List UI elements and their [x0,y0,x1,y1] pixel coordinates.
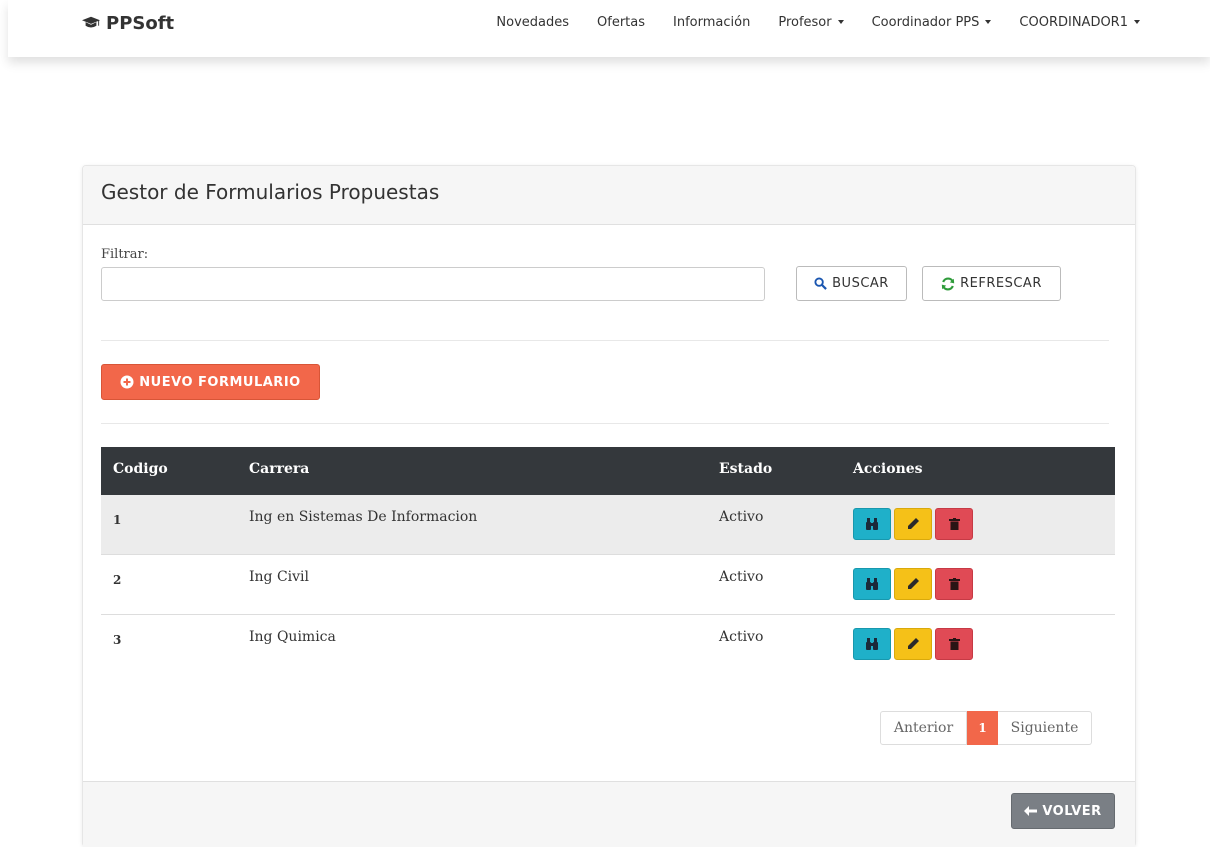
nav-item-coordinador-pps[interactable]: Coordinador PPS [872,15,992,30]
volver-label: VOLVER [1042,803,1102,819]
nav-item-label: COORDINADOR1 [1019,14,1128,30]
divider [101,423,1109,424]
view-button[interactable] [853,568,891,600]
nav-item-label: Novedades [496,14,570,30]
trash-icon [948,578,960,590]
column-header-estado[interactable]: Estado [719,461,772,477]
cell-codigo: 3 [113,633,122,647]
search-icon [814,277,827,290]
graduation-cap-icon [82,16,100,28]
delete-button[interactable] [935,628,973,660]
binoculars-icon [866,578,878,590]
buscar-button[interactable]: BUSCAR [796,266,907,301]
brand[interactable]: PPSoft [82,10,174,36]
pagination-prev[interactable]: Anterior [880,711,967,745]
caret-down-icon [837,20,844,24]
refrescar-button[interactable]: REFRESCAR [922,266,1061,301]
row-actions [853,508,973,540]
edit-button[interactable] [894,628,932,660]
brand-label: PPSoft [106,12,175,34]
nav-item-informacion[interactable]: Información [673,15,750,30]
plus-circle-icon [120,375,134,389]
edit-button[interactable] [894,508,932,540]
buscar-label: BUSCAR [832,276,889,291]
binoculars-icon [866,638,878,650]
caret-down-icon [1134,20,1140,24]
pencil-icon [908,578,919,589]
refresh-icon [941,277,955,290]
column-header-acciones: Acciones [853,461,923,477]
nav-menu: Novedades Ofertas Información Profesor C… [496,10,1140,34]
nav-item-label: Información [673,14,751,30]
view-button[interactable] [853,628,891,660]
cell-estado: Activo [719,509,764,525]
pencil-icon [908,518,919,529]
panel-footer: VOLVER [83,781,1135,847]
column-header-carrera[interactable]: Carrera [249,461,309,477]
binoculars-icon [866,518,878,530]
divider [101,340,1109,341]
delete-button[interactable] [935,568,973,600]
page-title: Gestor de Formularios Propuestas [101,180,440,204]
table-row: 3 Ing Quimica Activo [101,615,1115,674]
nav-item-ofertas[interactable]: Ofertas [597,15,645,30]
nav-item-user[interactable]: COORDINADOR1 [1019,15,1140,30]
pencil-icon [908,638,919,649]
nav-item-label: Profesor [778,14,832,30]
volver-button[interactable]: VOLVER [1011,793,1115,829]
view-button[interactable] [853,508,891,540]
cell-codigo: 2 [113,573,122,587]
filter-label: Filtrar: [101,247,149,262]
nav-item-label: Coordinador PPS [871,14,980,30]
nav-item-label: Ofertas [597,14,646,30]
trash-icon [948,518,960,530]
table-row: 2 Ing Civil Activo [101,555,1115,615]
refrescar-label: REFRESCAR [960,276,1042,291]
cell-carrera: Ing en Sistemas De Informacion [249,509,478,525]
table-header: Codigo Carrera Estado Acciones [101,447,1115,495]
nav-item-profesor[interactable]: Profesor [778,14,844,30]
column-header-codigo[interactable]: Codigo [113,461,168,477]
table-row: 1 Ing en Sistemas De Informacion Activo [101,495,1115,555]
pagination-next[interactable]: Siguiente [998,711,1092,745]
delete-button[interactable] [935,508,973,540]
panel-header: Gestor de Formularios Propuestas [83,166,1135,225]
nuevo-formulario-label: NUEVO FORMULARIO [139,374,301,390]
cell-carrera: Ing Quimica [249,629,336,645]
filter-input[interactable] [101,267,765,301]
cell-estado: Activo [719,629,764,645]
nav-item-novedades[interactable]: Novedades [496,15,569,30]
edit-button[interactable] [894,568,932,600]
pagination-page-current[interactable]: 1 [967,711,998,745]
pagination: Anterior 1 Siguiente [880,711,1092,745]
cell-codigo: 1 [113,513,122,527]
row-actions [853,568,973,600]
row-actions [853,628,973,660]
arrow-left-icon [1024,806,1038,816]
trash-icon [948,638,960,650]
caret-down-icon [985,20,992,24]
forms-table: Codigo Carrera Estado Acciones 1 Ing en … [101,447,1115,674]
cell-estado: Activo [719,569,764,585]
cell-carrera: Ing Civil [249,569,310,585]
forms-panel: Gestor de Formularios Propuestas Filtrar… [82,165,1136,847]
navbar: PPSoft Novedades Ofertas Información Pro… [8,0,1210,57]
nuevo-formulario-button[interactable]: NUEVO FORMULARIO [101,364,320,400]
